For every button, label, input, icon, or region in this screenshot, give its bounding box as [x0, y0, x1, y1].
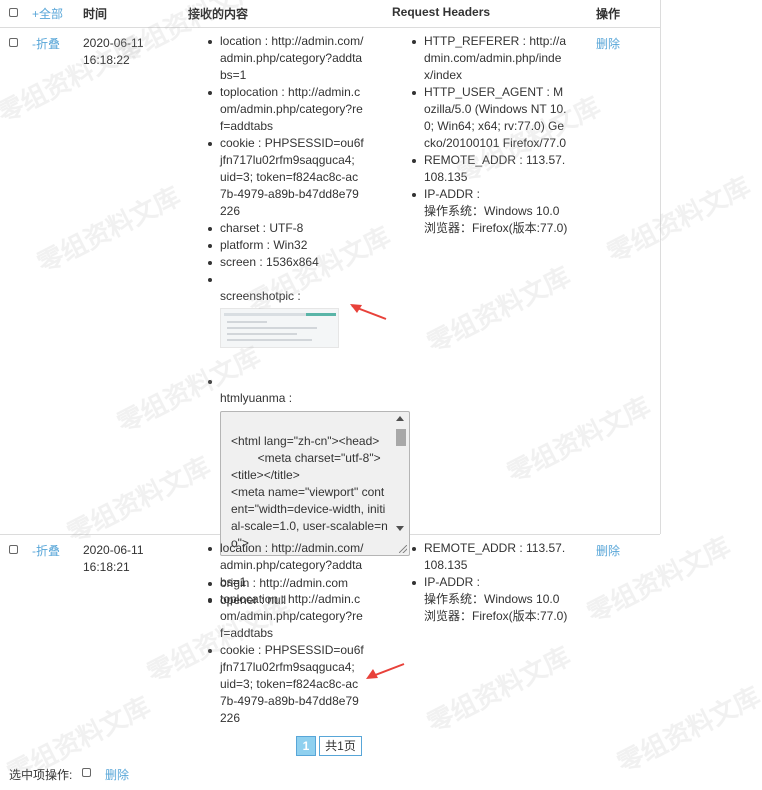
record-time: 2020-06-11 16:18:22	[83, 36, 144, 67]
scroll-down-arrow-icon[interactable]	[396, 526, 404, 531]
footer-select-checkbox[interactable]	[82, 768, 91, 777]
time-column-header: 时间	[83, 7, 108, 21]
annotation-arrow-icon	[366, 663, 405, 679]
screenshot-label: screenshotpic :	[220, 289, 301, 303]
screenshot-thumbnail[interactable]	[220, 308, 339, 348]
user-agent-item: HTTP_USER_AGENT : M ozilla/5.0 (Windows …	[406, 84, 571, 152]
content-column-header: 接收的内容	[188, 7, 249, 21]
html-source-label: htmlyuanma :	[220, 391, 293, 405]
selected-action-label: 选中项操作:	[9, 768, 73, 782]
collapse-toggle[interactable]: -折叠	[32, 542, 60, 559]
html-source-textarea[interactable]: <html lang="zh-cn"><head> <meta charset=…	[220, 411, 410, 556]
received-content-list: location : http://admin.com/ admin.php/c…	[202, 33, 410, 609]
ip-addr-item: IP-ADDR : 操作系统：Windows 10.0 浏览器：Firefox(…	[406, 186, 571, 237]
select-all-link[interactable]: +全部	[32, 5, 63, 22]
scroll-thumb[interactable]	[396, 429, 406, 446]
select-all-checkbox[interactable]	[9, 8, 18, 17]
remote-addr-item: REMOTE_ADDR : 113.57. 108.135	[406, 540, 571, 574]
location-item: location : http://admin.com/ admin.php/c…	[202, 33, 372, 84]
screen-item: screen : 1536x864	[202, 254, 372, 271]
referer-item: HTTP_REFERER : http://a dmin.com/admin.p…	[406, 33, 571, 84]
row-checkbox[interactable]	[9, 38, 18, 47]
request-headers-column-header: Request Headers	[392, 5, 491, 19]
actions-column-header: 操作	[596, 7, 621, 21]
received-content-list: location : http://admin.com/ admin.php/c…	[202, 540, 372, 727]
cookie-item: cookie : PHPSESSID=ou6f jfn717lu02rfm9sa…	[202, 642, 372, 727]
platform-item: platform : Win32	[202, 237, 372, 254]
collapse-toggle[interactable]: -折叠	[32, 35, 60, 52]
cookie-item: cookie : PHPSESSID=ou6f jfn717lu02rfm9sa…	[202, 135, 372, 220]
row-checkbox[interactable]	[9, 545, 18, 554]
location-item: location : http://admin.com/ admin.php/c…	[202, 540, 372, 591]
charset-item: charset : UTF-8	[202, 220, 372, 237]
ip-addr-item: IP-ADDR : 操作系统：Windows 10.0 浏览器：Firefox(…	[406, 574, 571, 625]
toplocation-item: toplocation : http://admin.c om/admin.ph…	[202, 84, 372, 135]
table-right-border	[660, 0, 661, 534]
scroll-up-arrow-icon[interactable]	[396, 416, 404, 421]
request-headers-list: REMOTE_ADDR : 113.57. 108.135 IP-ADDR : …	[406, 540, 571, 625]
toplocation-item: toplocation : http://admin.c om/admin.ph…	[202, 591, 372, 642]
record-time: 2020-06-11 16:18:21	[83, 543, 144, 574]
request-headers-list: HTTP_REFERER : http://a dmin.com/admin.p…	[406, 33, 571, 237]
annotation-arrow-icon	[350, 304, 387, 320]
remote-addr-item: REMOTE_ADDR : 113.57. 108.135	[406, 152, 571, 186]
page-current[interactable]: 1	[296, 736, 316, 756]
screenshot-item: screenshotpic :	[202, 271, 372, 373]
textarea-scrollbar[interactable]	[393, 413, 408, 554]
header-divider	[0, 27, 660, 28]
page-total: 共1页	[319, 736, 362, 756]
delete-link[interactable]: 删除	[596, 542, 620, 559]
html-source-text: <html lang="zh-cn"><head> <meta charset=…	[231, 434, 388, 555]
delete-link[interactable]: 删除	[596, 35, 620, 52]
footer-delete-link[interactable]: 删除	[105, 766, 129, 783]
